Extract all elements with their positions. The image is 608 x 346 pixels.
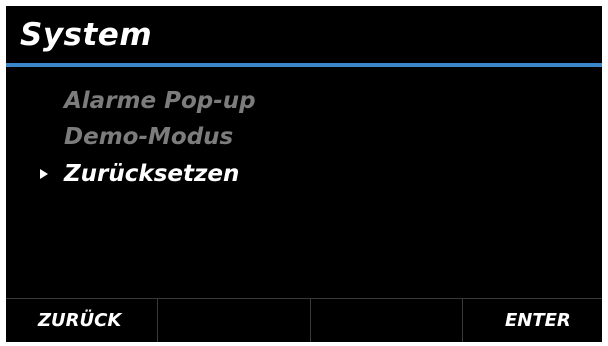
menu-item-label: Zurücksetzen [64, 161, 240, 187]
title-divider [6, 63, 602, 67]
device-screen: System Alarme Pop-up Demo-Modus Zurückse… [6, 6, 602, 342]
page-title: System [20, 17, 153, 53]
enter-button[interactable]: ENTER [463, 299, 602, 342]
softkey-3[interactable] [311, 299, 460, 342]
selection-cursor-icon [40, 169, 48, 179]
menu-item-label: Alarme Pop-up [64, 88, 256, 114]
enter-button-label: ENTER [505, 310, 571, 331]
menu-item-label: Demo-Modus [64, 124, 234, 150]
menu-item-demo-mode[interactable]: Demo-Modus [6, 120, 602, 154]
back-button[interactable]: ZURÜCK [6, 299, 155, 342]
back-button-label: ZURÜCK [38, 310, 122, 331]
softkey-bar: ZURÜCK ENTER [6, 298, 602, 342]
menu-item-alarm-popup[interactable]: Alarme Pop-up [6, 84, 602, 118]
menu-item-reset[interactable]: Zurücksetzen [6, 157, 602, 191]
softkey-2[interactable] [158, 299, 307, 342]
title-bar: System [6, 6, 602, 67]
